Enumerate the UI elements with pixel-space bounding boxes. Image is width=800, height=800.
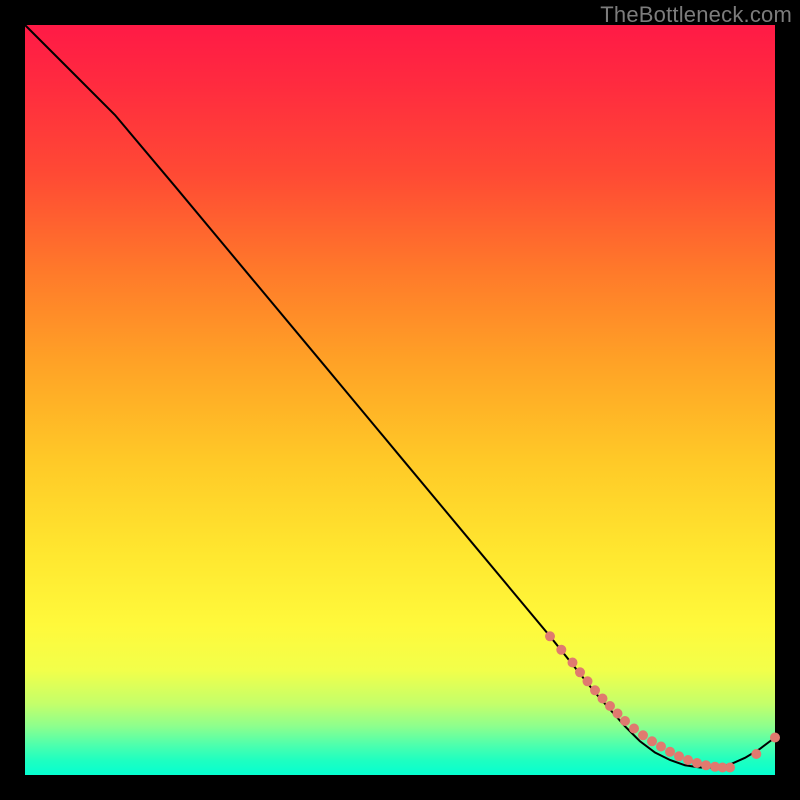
data-dot (620, 716, 630, 726)
curve-layer (25, 25, 775, 775)
data-dot (638, 730, 648, 740)
data-dot (647, 736, 657, 746)
plot-area (25, 25, 775, 775)
data-dot (590, 685, 600, 695)
chart-frame: TheBottleneck.com (0, 0, 800, 800)
data-dot (575, 667, 585, 677)
data-dot (556, 645, 566, 655)
data-dot (613, 709, 623, 719)
data-dot (583, 676, 593, 686)
data-dot (692, 758, 702, 768)
data-dot (598, 694, 608, 704)
data-dot (751, 749, 761, 759)
watermark-text: TheBottleneck.com (600, 2, 792, 28)
data-dot (545, 631, 555, 641)
data-dot (605, 701, 615, 711)
data-dots (545, 631, 780, 772)
bottleneck-curve (25, 25, 775, 768)
data-dot (665, 747, 675, 757)
data-dot (770, 733, 780, 743)
data-dot (656, 742, 666, 752)
data-dot (568, 658, 578, 668)
data-dot (683, 755, 693, 765)
data-dot (629, 724, 639, 734)
data-dot (725, 763, 735, 773)
data-dot (701, 760, 711, 770)
data-dot (674, 751, 684, 761)
